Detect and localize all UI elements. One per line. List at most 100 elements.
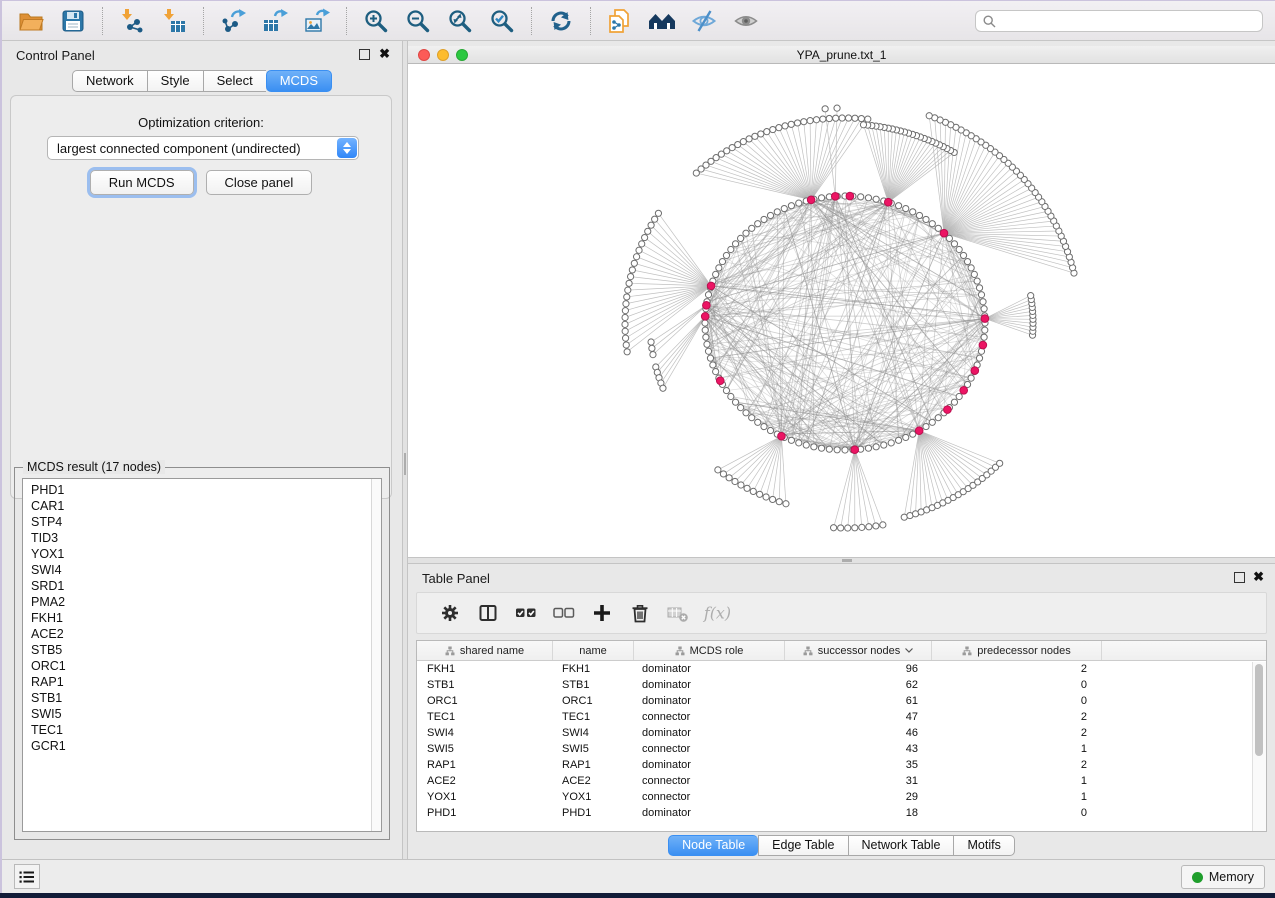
graph-node[interactable] [865, 116, 871, 122]
graph-node[interactable] [705, 292, 711, 298]
mcds-node[interactable] [846, 192, 854, 200]
graph-node[interactable] [788, 121, 794, 127]
graph-node[interactable] [625, 287, 631, 293]
table-row[interactable]: PHD1PHD1dominator180 [417, 805, 1266, 821]
graph-node[interactable] [783, 501, 789, 507]
graph-node[interactable] [713, 369, 719, 375]
mcds-node[interactable] [884, 198, 892, 206]
mcds-node[interactable] [851, 446, 859, 454]
graph-node[interactable] [770, 496, 776, 502]
graph-node[interactable] [776, 125, 782, 131]
tab-motifs[interactable]: Motifs [953, 835, 1014, 856]
graph-node[interactable] [974, 278, 980, 284]
graph-node[interactable] [715, 467, 721, 473]
graph-node[interactable] [767, 212, 773, 218]
table-row[interactable]: ORC1ORC1dominator610 [417, 693, 1266, 709]
optimization-criterion-dropdown[interactable]: largest connected component (undirected) [47, 136, 359, 160]
graph-node[interactable] [782, 123, 788, 129]
graph-node[interactable] [703, 334, 709, 340]
graph-node[interactable] [629, 267, 635, 273]
graph-node[interactable] [788, 203, 794, 209]
graph-node[interactable] [971, 271, 977, 277]
scrollbar-thumb[interactable] [1255, 664, 1263, 756]
list-item[interactable]: SWI4 [31, 562, 381, 578]
graph-node[interactable] [858, 115, 864, 121]
graph-node[interactable] [655, 210, 661, 216]
select-all-icon[interactable] [512, 599, 540, 627]
column-header[interactable]: successor nodes [785, 641, 932, 660]
list-item[interactable]: GCR1 [31, 738, 381, 754]
graph-node[interactable] [834, 447, 840, 453]
zoom-in-icon[interactable] [360, 5, 392, 37]
graph-node[interactable] [873, 196, 879, 202]
task-history-button[interactable] [14, 864, 40, 889]
graph-node[interactable] [716, 265, 722, 271]
graph-node[interactable] [702, 327, 708, 333]
graph-node[interactable] [807, 118, 813, 124]
zoom-selected-icon[interactable] [486, 5, 518, 37]
refresh-icon[interactable] [545, 5, 577, 37]
graph-node[interactable] [866, 524, 872, 530]
graph-node[interactable] [781, 205, 787, 211]
graph-node[interactable] [968, 375, 974, 381]
graph-node[interactable] [743, 410, 749, 416]
mcds-node[interactable] [971, 367, 979, 375]
network-file-icon[interactable] [604, 5, 636, 37]
export-network-icon[interactable] [217, 5, 249, 37]
graph-node[interactable] [631, 260, 637, 266]
graph-node[interactable] [822, 106, 828, 112]
graph-node[interactable] [895, 203, 901, 209]
tab-node-table[interactable]: Node Table [668, 835, 758, 856]
table-row[interactable]: SWI5SWI5connector431 [417, 741, 1266, 757]
deselect-all-icon[interactable] [550, 599, 578, 627]
graph-node[interactable] [622, 335, 628, 341]
graph-node[interactable] [702, 320, 708, 326]
graph-node[interactable] [757, 491, 763, 497]
column-header[interactable]: MCDS role [634, 641, 785, 660]
graph-node[interactable] [705, 348, 711, 354]
mcds-node[interactable] [701, 313, 709, 321]
add-column-icon[interactable] [588, 599, 616, 627]
graph-node[interactable] [752, 133, 758, 139]
graph-node[interactable] [935, 415, 941, 421]
graph-node[interactable] [796, 440, 802, 446]
show-all-icon[interactable] [730, 5, 762, 37]
graph-node[interactable] [770, 126, 776, 132]
graph-node[interactable] [623, 301, 629, 307]
graph-node[interactable] [820, 116, 826, 122]
graph-node[interactable] [838, 525, 844, 531]
graph-node[interactable] [880, 522, 886, 528]
graph-node[interactable] [833, 115, 839, 121]
list-item[interactable]: SWI5 [31, 706, 381, 722]
column-header[interactable]: predecessor nodes [932, 641, 1102, 660]
graph-node[interactable] [693, 170, 699, 176]
graph-node[interactable] [732, 399, 738, 405]
graph-node[interactable] [860, 122, 866, 128]
graph-node[interactable] [652, 216, 658, 222]
list-item[interactable]: PMA2 [31, 594, 381, 610]
graph-node[interactable] [723, 252, 729, 258]
graph-node[interactable] [645, 228, 651, 234]
tab-select[interactable]: Select [203, 70, 266, 92]
graph-node[interactable] [758, 131, 764, 137]
list-scrollbar[interactable] [371, 479, 381, 831]
memory-button[interactable]: Memory [1181, 865, 1265, 889]
graph-node[interactable] [813, 117, 819, 123]
table-row[interactable]: TEC1TEC1connector472 [417, 709, 1266, 725]
show-columns-icon[interactable] [474, 599, 502, 627]
mcds-node[interactable] [807, 196, 815, 204]
mcds-node[interactable] [703, 302, 711, 310]
export-image-icon[interactable] [301, 5, 333, 37]
graph-node[interactable] [881, 442, 887, 448]
hide-selected-icon[interactable] [688, 5, 720, 37]
graph-node[interactable] [738, 482, 744, 488]
graph-node[interactable] [826, 446, 832, 452]
graph-node[interactable] [728, 246, 734, 252]
graph-node[interactable] [794, 120, 800, 126]
graph-node[interactable] [801, 119, 807, 125]
mcds-node[interactable] [778, 432, 786, 440]
graph-node[interactable] [916, 212, 922, 218]
graph-node[interactable] [845, 115, 851, 121]
save-icon[interactable] [57, 5, 89, 37]
graph-node[interactable] [968, 265, 974, 271]
